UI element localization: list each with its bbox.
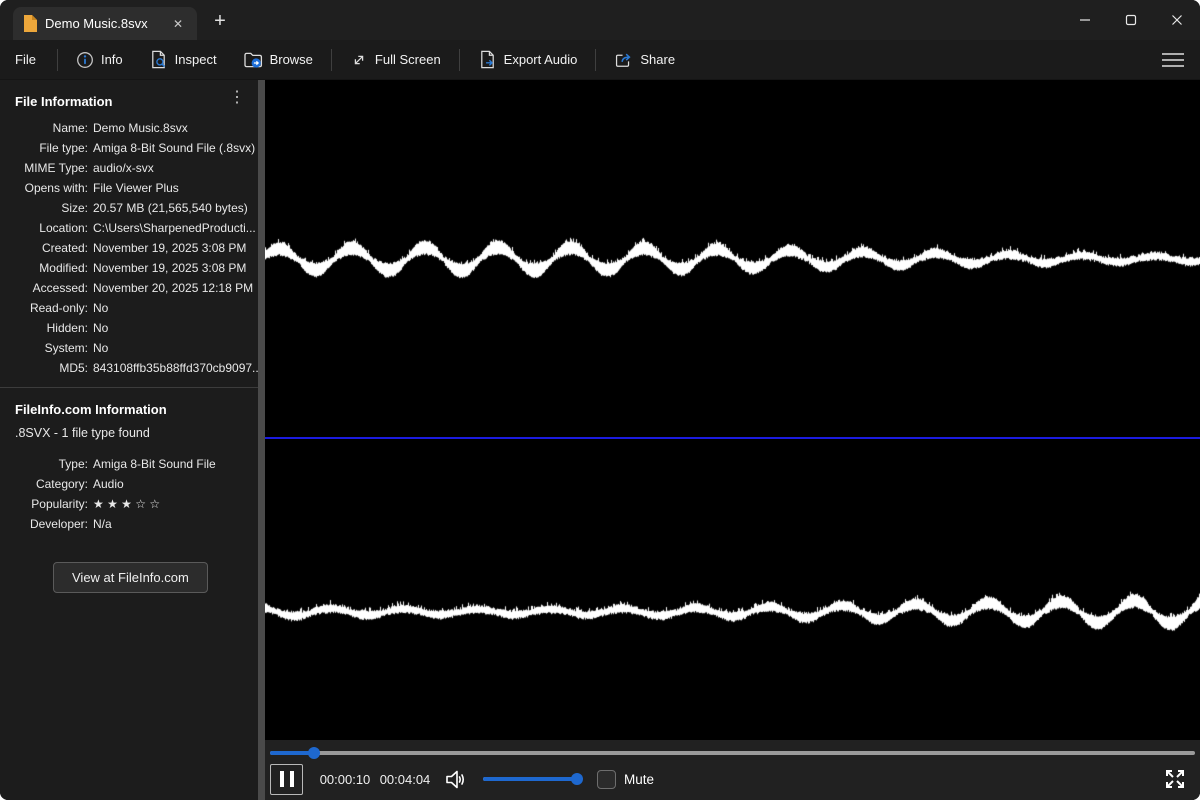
row-label: Hidden: <box>0 318 88 338</box>
row-value: Amiga 8-Bit Sound File (.8svx) <box>93 138 258 158</box>
fullscreen-expand-icon[interactable] <box>1162 766 1188 792</box>
row-label: Name: <box>0 118 88 138</box>
full-screen-icon <box>350 51 368 69</box>
panel-splitter[interactable] <box>258 80 265 800</box>
progress-slider[interactable] <box>270 751 1195 755</box>
menu-icon[interactable] <box>1160 50 1186 70</box>
kebab-menu-icon[interactable]: ⋮ <box>224 88 250 108</box>
row-value: 843108ffb35b88ffd370cb9097... <box>93 358 258 378</box>
row-label: Size: <box>0 198 88 218</box>
row-value: November 19, 2025 3:08 PM <box>93 238 258 258</box>
row-label: Type: <box>0 454 88 474</box>
speaker-icon[interactable] <box>443 767 468 792</box>
pause-icon <box>290 771 294 787</box>
file-information-table: Name: Demo Music.8svx File type: Amiga 8… <box>0 118 258 378</box>
player-controls: 00:00:10 00:04:04 Mute <box>270 762 1188 796</box>
window-controls <box>1062 0 1200 40</box>
toolbar-separator <box>595 49 596 71</box>
row-label: Created: <box>0 238 88 258</box>
row-value: Audio <box>93 474 258 494</box>
close-button[interactable] <box>1154 0 1200 40</box>
volume-thumb[interactable] <box>571 773 583 785</box>
browse-label: Browse <box>270 52 313 67</box>
row-value: November 19, 2025 3:08 PM <box>93 258 258 278</box>
fileinfo-section-title: FileInfo.com Information <box>0 388 258 426</box>
app-window: Demo Music.8svx ✕ + File <box>0 0 1200 800</box>
export-audio-icon <box>478 50 497 69</box>
volume-fill <box>483 777 577 781</box>
row-label: File type: <box>0 138 88 158</box>
current-time: 00:00:10 <box>317 772 373 787</box>
mute-label: Mute <box>624 772 654 787</box>
export-audio-label: Export Audio <box>504 52 578 67</box>
inspect-label: Inspect <box>175 52 217 67</box>
inspect-icon <box>149 50 168 69</box>
pause-icon <box>280 771 284 787</box>
row-label: Modified: <box>0 258 88 278</box>
share-icon <box>614 50 633 69</box>
row-label: Read-only: <box>0 298 88 318</box>
view-at-fileinfo-button[interactable]: View at FileInfo.com <box>53 562 208 593</box>
document-tab[interactable]: Demo Music.8svx ✕ <box>13 7 197 40</box>
row-value: N/a <box>93 514 258 534</box>
audio-viewer: 00:00:10 00:04:04 Mute <box>265 80 1200 800</box>
player-bar: 00:00:10 00:04:04 Mute <box>265 740 1200 800</box>
info-sidebar: ⋮ File Information Name: Demo Music.8svx… <box>0 80 258 800</box>
browse-button[interactable]: Browse <box>230 45 326 75</box>
info-button[interactable]: Info <box>63 45 136 75</box>
file-information-title: File Information <box>0 80 258 118</box>
file-menu-label: File <box>15 52 36 67</box>
row-label: Accessed: <box>0 278 88 298</box>
volume-slider[interactable] <box>483 777 580 781</box>
info-label: Info <box>101 52 123 67</box>
row-value: 20.57 MB (21,565,540 bytes) <box>93 198 258 218</box>
row-value: Demo Music.8svx <box>93 118 258 138</box>
tab-close-icon[interactable]: ✕ <box>169 15 187 33</box>
row-value: November 20, 2025 12:18 PM <box>93 278 258 298</box>
row-value: No <box>93 318 258 338</box>
row-label: Category: <box>0 474 88 494</box>
inspect-button[interactable]: Inspect <box>136 45 230 75</box>
row-value: No <box>93 298 258 318</box>
row-value: C:\Users\SharpenedProducti... <box>93 218 258 238</box>
info-icon <box>76 51 94 69</box>
file-icon <box>23 15 37 32</box>
full-screen-button[interactable]: Full Screen <box>337 45 454 75</box>
full-screen-label: Full Screen <box>375 52 441 67</box>
new-tab-button[interactable]: + <box>205 6 235 36</box>
row-label: Opens with: <box>0 178 88 198</box>
progress-thumb[interactable] <box>308 747 320 759</box>
row-value: Amiga 8-Bit Sound File <box>93 454 258 474</box>
share-label: Share <box>640 52 675 67</box>
fileinfo-table: Type: Amiga 8-Bit Sound File Category: A… <box>0 454 258 534</box>
tab-title: Demo Music.8svx <box>45 16 163 31</box>
row-value: audio/x-svx <box>93 158 258 178</box>
minimize-button[interactable] <box>1062 0 1108 40</box>
maximize-button[interactable] <box>1108 0 1154 40</box>
pause-button[interactable] <box>270 764 303 795</box>
row-label: Developer: <box>0 514 88 534</box>
mute-checkbox[interactable] <box>597 770 616 789</box>
fileinfo-subtitle: .8SVX - 1 file type found <box>0 426 258 454</box>
row-label: MIME Type: <box>0 158 88 178</box>
row-label: System: <box>0 338 88 358</box>
toolbar-separator <box>459 49 460 71</box>
toolbar-separator <box>57 49 58 71</box>
row-label: Popularity: <box>0 494 88 514</box>
total-time: 00:04:04 <box>377 772 433 787</box>
popularity-stars: ★ ★ ★ ☆ ☆ <box>93 494 258 514</box>
share-button[interactable]: Share <box>601 45 688 75</box>
row-value: File Viewer Plus <box>93 178 258 198</box>
file-menu[interactable]: File <box>15 45 52 75</box>
waveform-display <box>265 80 1200 740</box>
row-value: No <box>93 338 258 358</box>
toolbar: File Info Inspect <box>0 40 1200 80</box>
browse-icon <box>243 50 263 69</box>
channel-divider-line <box>265 437 1200 439</box>
export-audio-button[interactable]: Export Audio <box>465 45 591 75</box>
title-bar: Demo Music.8svx ✕ + <box>0 0 1200 40</box>
row-label: Location: <box>0 218 88 238</box>
row-label: MD5: <box>0 358 88 378</box>
toolbar-separator <box>331 49 332 71</box>
